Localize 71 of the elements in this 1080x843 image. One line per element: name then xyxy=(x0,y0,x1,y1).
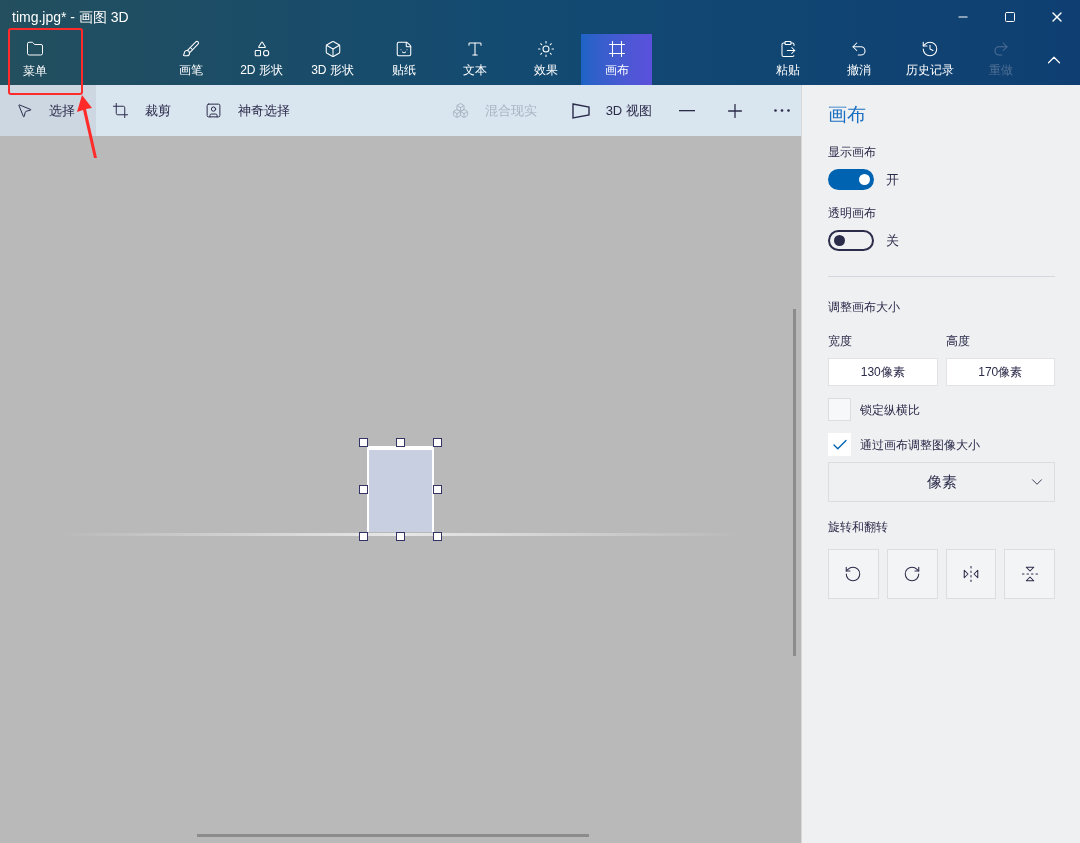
size-field[interactable]: 170像素 xyxy=(945,358,1055,386)
size-field[interactable]: 130像素 xyxy=(828,358,938,386)
cursor-icon xyxy=(16,102,33,119)
section-heading: 调整画布大小 xyxy=(828,299,901,316)
checkbox[interactable] xyxy=(828,433,851,456)
checkbox-label: 锁定纵横比 xyxy=(860,401,920,419)
tool-tab[interactable]: 3D 形状 xyxy=(297,34,368,85)
resize-handle[interactable] xyxy=(359,532,368,541)
resize-handle[interactable] xyxy=(433,438,442,447)
resize-handle[interactable] xyxy=(396,532,405,541)
sticker-icon xyxy=(394,40,413,58)
cubes-icon xyxy=(452,102,470,119)
tool-tab[interactable]: 2D 形状 xyxy=(226,34,297,85)
menu-button[interactable]: 菜单 xyxy=(0,34,70,85)
tool-tab[interactable]: 画布 xyxy=(581,34,652,85)
checkbox[interactable] xyxy=(828,398,851,421)
view-3d-icon xyxy=(571,102,590,119)
redo-icon xyxy=(991,40,1010,58)
section-heading: 旋转和翻转 xyxy=(828,519,889,536)
toggle-state: 关 xyxy=(886,231,899,250)
toolbar-button[interactable]: 3D 视图 xyxy=(555,85,659,136)
toggle-switch[interactable] xyxy=(828,230,874,251)
more-icon xyxy=(774,109,791,112)
tool-tab[interactable]: 文本 xyxy=(439,34,510,85)
horizontal-scrollbar[interactable] xyxy=(197,834,589,837)
toolbar-button[interactable]: 裁剪 xyxy=(95,85,190,136)
rotate-left-button[interactable] xyxy=(828,549,879,599)
vertical-scrollbar[interactable] xyxy=(793,309,796,656)
cube-icon xyxy=(323,40,342,58)
crop-icon xyxy=(111,102,129,119)
resize-handle[interactable] xyxy=(433,532,442,541)
brush-icon xyxy=(181,40,200,58)
action-button[interactable]: 粘贴 xyxy=(752,34,823,85)
folder-icon xyxy=(26,39,44,58)
tool-tab[interactable]: 效果 xyxy=(510,34,581,85)
field-label: 高度 xyxy=(945,333,971,350)
toggle-state: 开 xyxy=(886,170,899,189)
panel-title: 画布 xyxy=(828,103,867,127)
text-icon xyxy=(465,40,484,58)
flip-vertical-icon xyxy=(1020,565,1039,583)
rotate-right-button[interactable] xyxy=(886,549,938,599)
toggle-label: 显示画布 xyxy=(828,144,877,161)
flip-horizontal-icon xyxy=(961,565,980,583)
tool-tab[interactable]: 画笔 xyxy=(155,34,226,85)
resize-handle[interactable] xyxy=(396,438,405,447)
toggle-switch[interactable] xyxy=(828,169,874,190)
history-icon xyxy=(920,40,939,58)
minus-icon xyxy=(678,109,695,112)
magic-select-icon xyxy=(205,102,223,119)
rotate-left-icon xyxy=(844,565,863,583)
undo-icon xyxy=(849,40,868,58)
resize-handle[interactable] xyxy=(359,438,368,447)
checkbox-label: 通过画布调整图像大小 xyxy=(860,436,980,454)
maximize-icon xyxy=(1003,11,1016,23)
action-button[interactable]: 历史记录 xyxy=(894,34,965,85)
toolbar-button[interactable]: 选择 xyxy=(0,85,96,136)
unit-dropdown[interactable]: 像素 xyxy=(828,462,1055,502)
resize-handle[interactable] xyxy=(359,485,368,494)
rotate-right-icon xyxy=(903,565,922,583)
sun-icon xyxy=(536,40,555,58)
shapes-icon xyxy=(252,40,271,58)
toggle-label: 透明画布 xyxy=(828,205,877,222)
annotation-arrow xyxy=(76,95,100,159)
tool-tab[interactable]: 贴纸 xyxy=(368,34,439,85)
frame-icon xyxy=(607,40,626,58)
toolbar-button[interactable]: 神奇选择 xyxy=(189,85,377,136)
field-label: 宽度 xyxy=(828,333,853,350)
action-button[interactable]: 撤消 xyxy=(823,34,894,85)
window-title: timg.jpg* - 画图 3D xyxy=(12,7,129,27)
resize-handle[interactable] xyxy=(433,485,442,494)
paste-icon xyxy=(778,40,797,58)
